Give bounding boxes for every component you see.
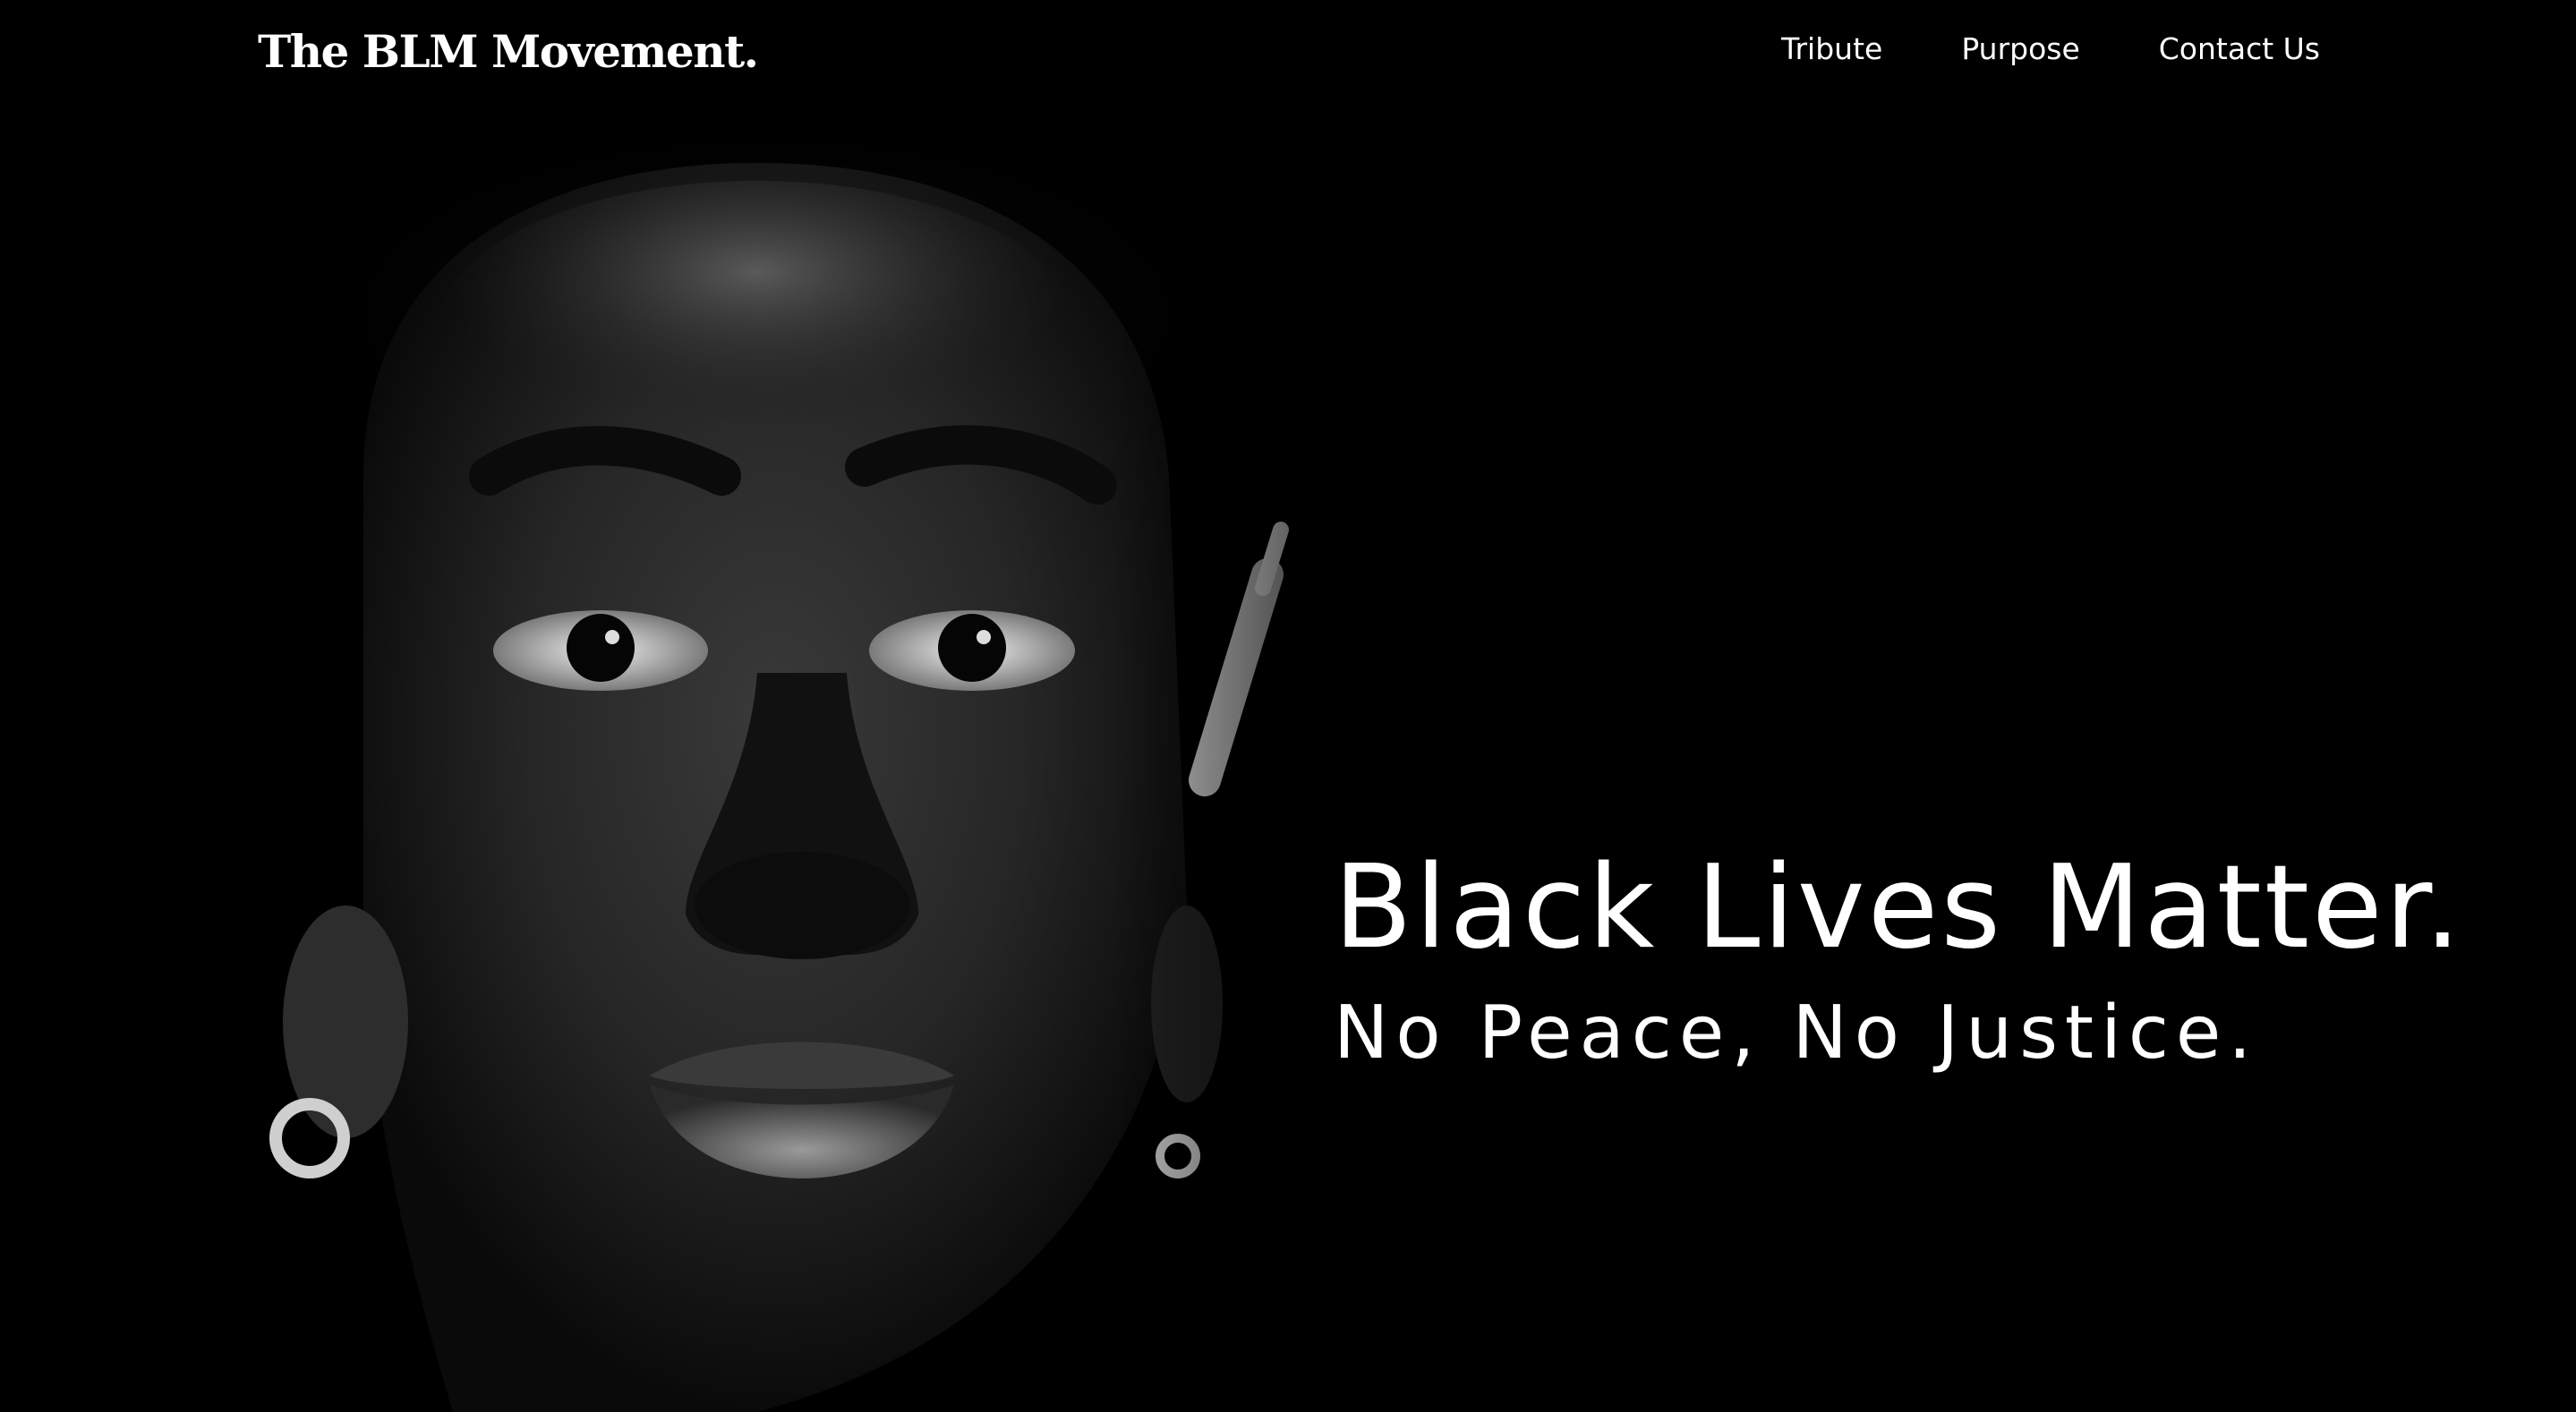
nav-link-contact-us[interactable]: Contact Us: [2159, 20, 2320, 79]
hero-portrait-image: [184, 100, 1420, 1412]
hero-text-block: Black Lives Matter. No Peace, No Justice…: [1334, 832, 2463, 1083]
page: The BLM Movement. Tribute Purpose Contac…: [0, 0, 2576, 1412]
main-nav: Tribute Purpose Contact Us: [1781, 20, 2320, 79]
nav-link-purpose[interactable]: Purpose: [1961, 20, 2079, 79]
hero-title: Black Lives Matter.: [1334, 841, 2464, 974]
brand-logo[interactable]: The BLM Movement.: [258, 18, 759, 86]
hero-subtitle: No Peace, No Justice.: [1334, 991, 2259, 1076]
nav-link-tribute[interactable]: Tribute: [1781, 20, 1882, 79]
site-header: The BLM Movement. Tribute Purpose Contac…: [0, 0, 2576, 100]
